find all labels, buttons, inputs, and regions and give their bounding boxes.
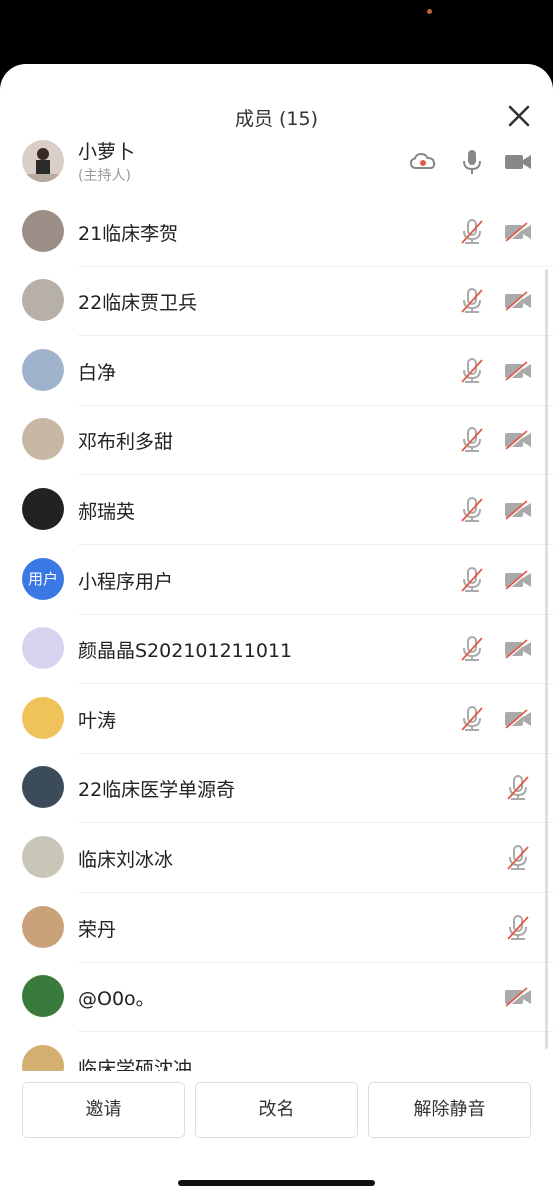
- member-name: 颜晶晶S202101211011: [78, 640, 293, 662]
- sheet-header: 成员 (15): [0, 64, 553, 136]
- avatar: [22, 1045, 64, 1071]
- member-name: 荣丹: [78, 919, 117, 941]
- rename-button[interactable]: 改名: [195, 1082, 358, 1138]
- camera-off-icon[interactable]: [503, 567, 533, 593]
- mic-muted-icon[interactable]: [503, 775, 533, 801]
- camera-off-icon[interactable]: [503, 636, 533, 662]
- member-row[interactable]: 叶涛: [0, 684, 553, 754]
- home-indicator: [178, 1180, 375, 1186]
- unmute-button[interactable]: 解除静音: [368, 1082, 531, 1138]
- member-row[interactable]: 白净: [0, 336, 553, 406]
- mic-muted-icon[interactable]: [503, 915, 533, 941]
- camera-off-icon[interactable]: [503, 497, 533, 523]
- mic-muted-icon[interactable]: [457, 497, 487, 523]
- avatar: [22, 279, 64, 321]
- members-sheet: 成员 (15) 小萝卜 (主持人) 21临床李贺 22临床贾卫兵 白净 邓布利多…: [0, 64, 553, 1197]
- avatar: [22, 210, 64, 252]
- host-name: 小萝卜: [78, 141, 136, 163]
- mic-muted-icon[interactable]: [457, 219, 487, 245]
- member-name: 临床刘冰冰: [78, 849, 174, 871]
- camera-off-icon[interactable]: [503, 219, 533, 245]
- member-name: 22临床贾卫兵: [78, 292, 198, 314]
- member-row[interactable]: 用户 小程序用户: [0, 545, 553, 615]
- mic-muted-icon[interactable]: [457, 358, 487, 384]
- cloud-recording-icon[interactable]: [408, 149, 438, 175]
- member-row[interactable]: @O0o。: [0, 962, 553, 1032]
- member-row[interactable]: 邓布利多甜: [0, 405, 553, 475]
- avatar: 用户: [22, 558, 64, 600]
- member-name: 郝瑞英: [78, 501, 136, 523]
- mic-muted-icon[interactable]: [457, 567, 487, 593]
- member-name: 白净: [78, 362, 117, 384]
- mic-muted-icon[interactable]: [457, 427, 487, 453]
- member-row[interactable]: 临床刘冰冰: [0, 823, 553, 893]
- avatar: [22, 627, 64, 669]
- member-row[interactable]: 荣丹: [0, 893, 553, 963]
- avatar-label: 用户: [27, 570, 58, 588]
- member-row[interactable]: 22临床贾卫兵: [0, 266, 553, 336]
- member-name: 邓布利多甜: [78, 431, 174, 453]
- member-row[interactable]: 临床学硕沈冲: [0, 1032, 553, 1071]
- camera-off-icon[interactable]: [503, 288, 533, 314]
- member-name: 临床学硕沈冲: [78, 1058, 193, 1071]
- microphone-icon[interactable]: [457, 149, 487, 175]
- camera-off-icon[interactable]: [503, 706, 533, 732]
- video-camera-icon[interactable]: [503, 149, 533, 175]
- member-row[interactable]: 21临床李贺: [0, 197, 553, 267]
- mic-muted-icon[interactable]: [503, 845, 533, 871]
- avatar: [22, 488, 64, 530]
- avatar: [22, 697, 64, 739]
- avatar: [22, 906, 64, 948]
- member-row[interactable]: 郝瑞英: [0, 475, 553, 545]
- host-role: (主持人): [78, 168, 131, 184]
- mic-muted-icon[interactable]: [457, 636, 487, 662]
- member-row[interactable]: 22临床医学单源奇: [0, 753, 553, 823]
- camera-indicator: [427, 9, 432, 14]
- member-row[interactable]: 颜晶晶S202101211011: [0, 614, 553, 684]
- host-row[interactable]: 小萝卜 (主持人): [0, 127, 553, 197]
- mic-muted-icon[interactable]: [457, 706, 487, 732]
- camera-off-icon[interactable]: [503, 358, 533, 384]
- action-bar: 邀请 改名 解除静音: [0, 1079, 553, 1159]
- member-list[interactable]: 小萝卜 (主持人) 21临床李贺 22临床贾卫兵 白净 邓布利多甜 郝瑞英 用户…: [0, 127, 553, 1071]
- member-name: 小程序用户: [78, 571, 174, 593]
- avatar: [22, 349, 64, 391]
- avatar: [22, 418, 64, 460]
- mic-muted-icon[interactable]: [457, 288, 487, 314]
- member-name: 叶涛: [78, 710, 117, 732]
- member-name: @O0o。: [78, 988, 155, 1010]
- avatar: [22, 975, 64, 1017]
- avatar: [22, 140, 64, 182]
- avatar: [22, 836, 64, 878]
- member-name: 21临床李贺: [78, 223, 179, 245]
- camera-off-icon[interactable]: [503, 427, 533, 453]
- avatar: [22, 766, 64, 808]
- camera-off-icon[interactable]: [503, 984, 533, 1010]
- scrollbar[interactable]: [545, 269, 548, 1049]
- member-name: 22临床医学单源奇: [78, 779, 236, 801]
- close-icon[interactable]: [505, 102, 533, 130]
- invite-button[interactable]: 邀请: [22, 1082, 185, 1138]
